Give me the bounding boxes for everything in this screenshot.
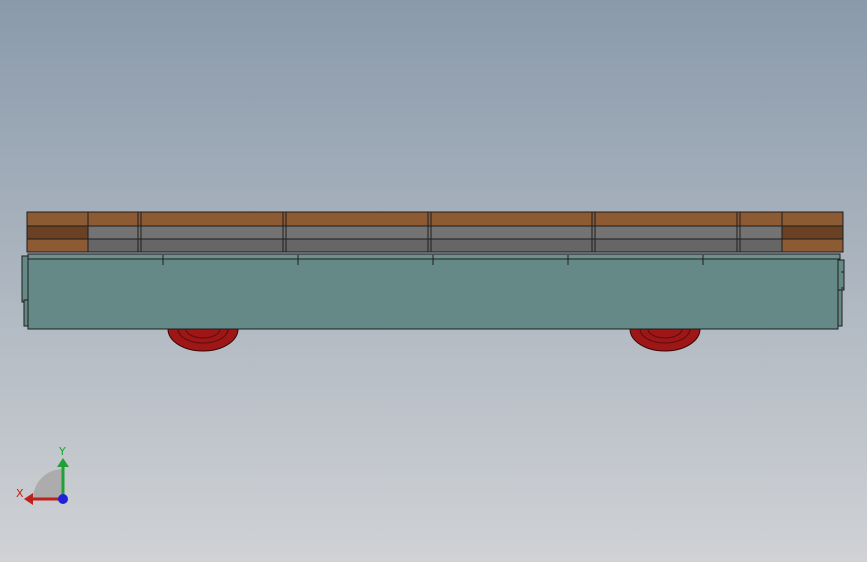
steel-beams[interactable] — [87, 225, 783, 253]
trolley-body[interactable] — [21, 253, 845, 330]
z-axis-dot — [58, 494, 68, 504]
wood-stack-left[interactable] — [26, 225, 89, 253]
viewport-canvas[interactable]: Y X — [0, 0, 867, 562]
triad-y-label: Y — [58, 445, 66, 458]
triad-x-label: X — [16, 487, 24, 500]
wood-stack-right[interactable] — [781, 225, 844, 253]
wood-plank-top[interactable] — [26, 211, 844, 227]
3d-graphics-viewport[interactable]: Y X — [0, 0, 867, 562]
